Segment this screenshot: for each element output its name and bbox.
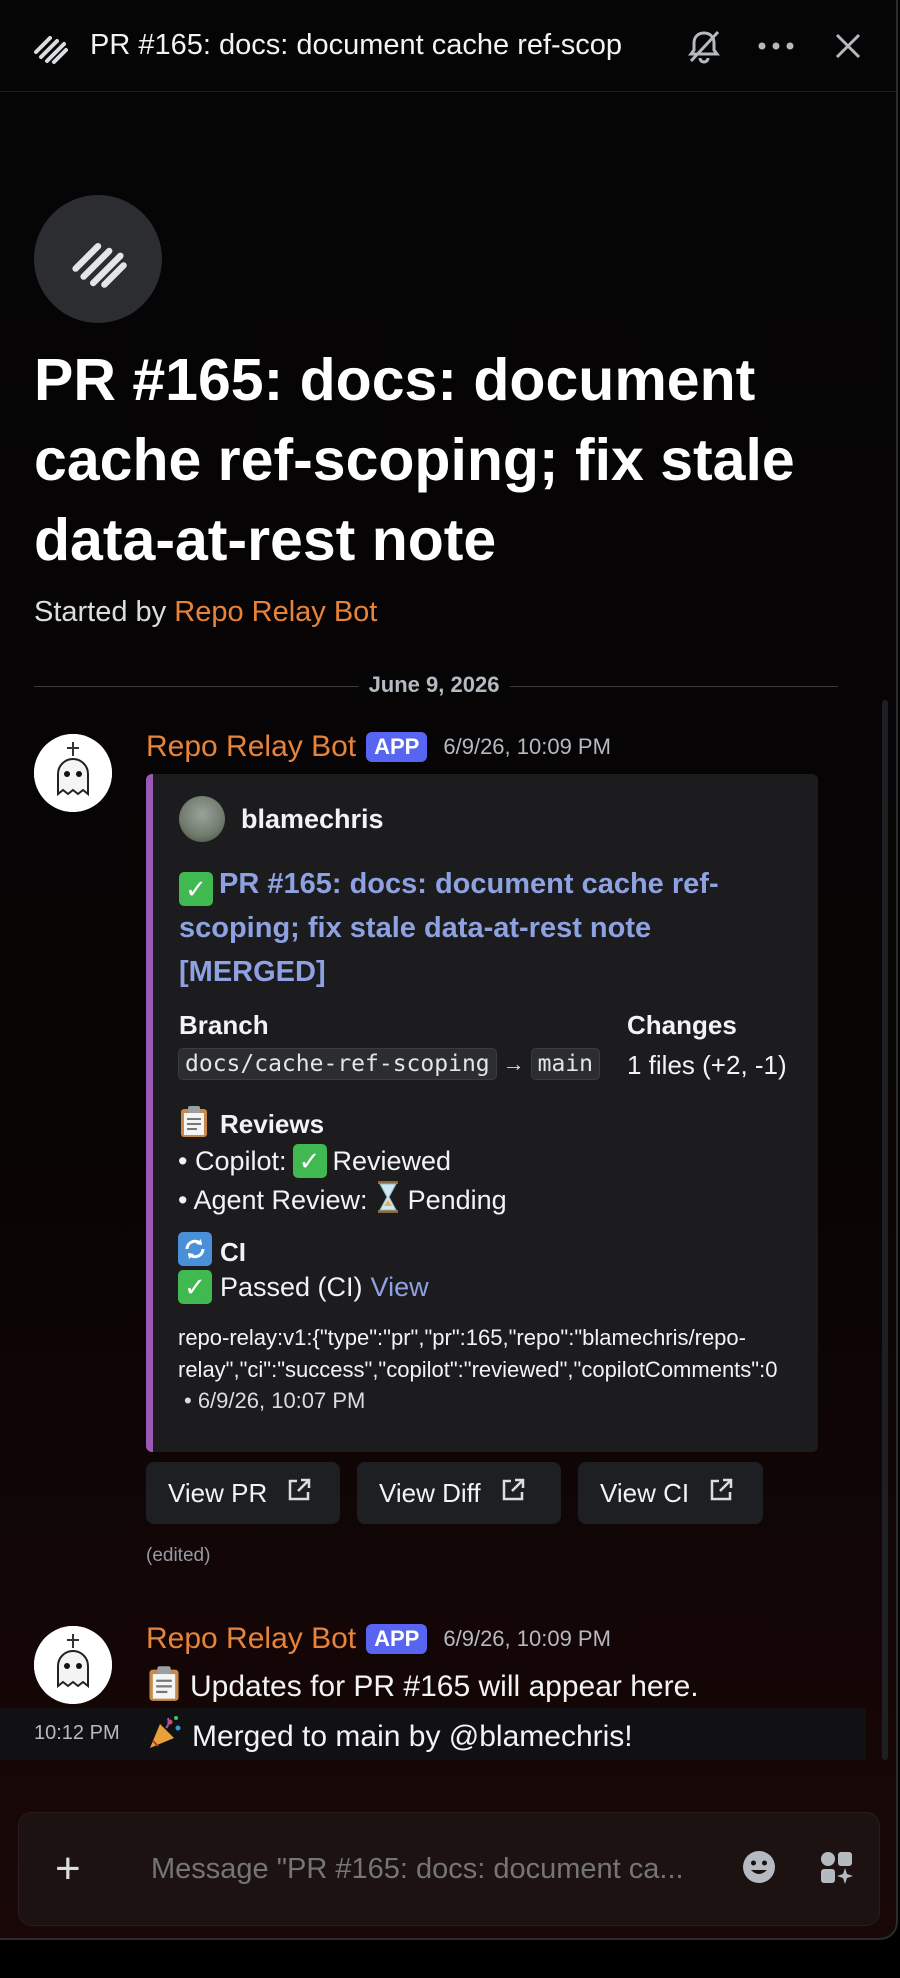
view-diff-button[interactable]: View Diff	[357, 1462, 561, 1524]
message-text: Merged to main by @blamechris!	[192, 1720, 633, 1753]
review-copilot-status: Reviewed	[332, 1145, 452, 1176]
clipboard-icon	[146, 1664, 182, 1710]
embed-title-text[interactable]: PR #165: docs: document cache ref-scopin…	[179, 868, 719, 988]
ci-status-line: ✓ Passed (CI) View	[178, 1270, 429, 1304]
started-by-user[interactable]: Repo Relay Bot	[174, 596, 377, 628]
branch-from: docs/cache-ref-scoping	[178, 1048, 497, 1080]
started-by-label: Started by	[34, 596, 167, 628]
view-ci-label: View CI	[600, 1477, 690, 1508]
date-divider: June 9, 2026	[358, 672, 510, 698]
metadata-line-1: repo-relay:v1:{"type":"pr","pr":165,"rep…	[178, 1325, 746, 1350]
changes-label: Changes	[627, 1010, 737, 1040]
message-timestamp: 6/9/26, 10:09 PM	[443, 1626, 611, 1651]
embed-footer-timestamp: • 6/9/26, 10:07 PM	[184, 1388, 366, 1413]
message-header: Repo Relay Bot APP 6/9/26, 10:09 PM	[146, 730, 611, 764]
plus-icon[interactable]: +	[55, 1844, 95, 1894]
thread-title: PR #165: docs: document cache ref-scopin…	[34, 347, 795, 573]
avatar[interactable]	[34, 734, 112, 812]
thread-icon	[30, 25, 72, 67]
embed-author: blamechris	[179, 796, 384, 842]
ci-status: Passed (CI)	[220, 1271, 363, 1302]
message-author[interactable]: Repo Relay Bot	[146, 730, 356, 764]
thread-header: PR #165: docs: document cache ref-scop	[0, 0, 896, 92]
message-side-timestamp: 10:12 PM	[34, 1722, 120, 1744]
hourglass-icon	[376, 1180, 400, 1221]
check-mark-icon: ✓	[292, 1144, 327, 1178]
review-agent-label: • Agent Review:	[178, 1185, 368, 1215]
branch-to: main	[530, 1048, 601, 1080]
review-copilot-label: • Copilot:	[178, 1145, 287, 1176]
view-ci-button[interactable]: View CI	[578, 1462, 763, 1524]
review-copilot: • Copilot: ✓ Reviewed	[178, 1144, 451, 1178]
party-popper-icon	[146, 1714, 184, 1760]
message-header: Repo Relay Bot APP 6/9/26, 10:09 PM	[146, 1622, 611, 1656]
more-icon[interactable]	[754, 24, 798, 68]
edited-label: (edited)	[146, 1545, 211, 1566]
avatar[interactable]	[34, 1626, 112, 1704]
apps-icon[interactable]	[817, 1848, 855, 1891]
message-composer: +	[18, 1812, 880, 1926]
external-link-icon	[499, 1476, 527, 1511]
app-badge: APP	[366, 732, 428, 762]
message-line: Merged to main by @blamechris!	[146, 1714, 633, 1760]
branch-label: Branch	[179, 1010, 269, 1040]
view-diff-label: View Diff	[379, 1477, 481, 1508]
changes-value: 1 files (+2, -1)	[627, 1050, 787, 1080]
message-input[interactable]	[151, 1852, 701, 1886]
view-pr-label: View PR	[168, 1477, 268, 1508]
message-author[interactable]: Repo Relay Bot	[146, 1622, 356, 1656]
thread-icon-large	[34, 195, 162, 323]
embed-metadata: repo-relay:v1:{"type":"pr","pr":165,"rep…	[178, 1322, 818, 1386]
review-agent-status: Pending	[407, 1185, 507, 1215]
reviews-title: Reviews	[220, 1109, 325, 1139]
scrollbar[interactable]	[882, 700, 888, 1760]
clipboard-icon	[178, 1104, 210, 1145]
external-link-icon	[707, 1476, 735, 1511]
thread-panel: PR #165: docs: document cache ref-scop P…	[0, 0, 898, 1940]
message-text: Updates for PR #165 will appear here.	[190, 1670, 699, 1703]
check-mark-icon: ✓	[178, 1270, 212, 1304]
close-icon[interactable]	[826, 24, 870, 68]
app-badge: APP	[366, 1624, 428, 1654]
embed-author-avatar	[179, 796, 225, 842]
message-line: Updates for PR #165 will appear here.	[146, 1664, 699, 1710]
message-timestamp: 6/9/26, 10:09 PM	[443, 734, 611, 759]
mute-bell-icon[interactable]	[682, 24, 726, 68]
ci-title: CI	[220, 1237, 246, 1267]
reviews-section-title: Reviews	[178, 1104, 324, 1145]
branch-value: docs/cache-ref-scoping → main	[178, 1048, 601, 1080]
external-link-icon	[285, 1476, 313, 1511]
ci-view-link[interactable]: View	[371, 1272, 429, 1303]
embed-title[interactable]: ✓ PR #165: docs: document cache ref-scopi…	[179, 862, 799, 994]
check-mark-icon: ✓	[179, 872, 213, 906]
arrow-icon: →	[502, 1051, 525, 1076]
review-agent: • Agent Review: Pending	[178, 1180, 507, 1221]
ci-section-title: CI	[178, 1232, 246, 1273]
thread-started-by: Started by Repo Relay Bot	[34, 596, 377, 629]
refresh-icon	[178, 1232, 212, 1273]
embed-author-name[interactable]: blamechris	[241, 804, 384, 835]
view-pr-button[interactable]: View PR	[146, 1462, 340, 1524]
thread-header-title: PR #165: docs: document cache ref-scop	[90, 29, 622, 61]
emoji-icon[interactable]	[741, 1849, 777, 1890]
metadata-line-2: relay","ci":"success","copilot":"reviewe…	[178, 1357, 778, 1382]
